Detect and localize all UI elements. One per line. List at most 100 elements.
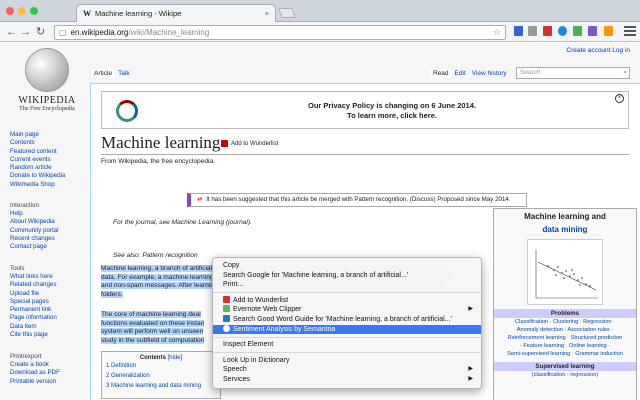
extension-icon[interactable] [558,26,567,36]
sidebar-link[interactable]: Help [10,210,90,218]
infobox: Machine learning and data mining Problem… [493,208,637,400]
back-arrow-icon[interactable]: ← [6,25,17,39]
infobox-list-line[interactable]: Reinforcement learning · Structured pred… [494,334,636,342]
context-menu-item[interactable]: Search Google for 'Machine learning, a b… [213,271,481,281]
wiki-search-input[interactable]: Search ⌕ [516,67,630,79]
sidebar-link[interactable]: Create a book [10,361,90,369]
bookmark-star-icon[interactable]: ☆ [493,27,501,38]
sidebar-heading: Print/export [10,353,42,360]
tab-view-history[interactable]: View history [469,69,510,78]
extension-icon[interactable] [588,26,597,36]
sidebar-link[interactable]: Page information [10,314,90,322]
menu-separator [213,352,481,354]
sidebar-link[interactable]: Permanent link [10,306,90,314]
infobox-list-line[interactable]: · Feature learning · Online learning · [494,342,636,350]
sidebar-link[interactable]: Contact page [10,243,90,251]
sidebar-interaction: Interaction Help About Wikipedia Community… [10,201,90,251]
wunderlist-button[interactable]: Add to Wunderlist [221,140,278,147]
sidebar-link[interactable]: Recent changes [10,235,90,243]
context-menu-item[interactable]: Speech ▶ [213,365,481,375]
extension-icon[interactable] [528,26,537,36]
menu-item-icon [223,314,230,322]
from-wikipedia: From Wikipedia, the free encyclopedia. [101,158,215,165]
sidebar-link[interactable]: Printable version [10,378,90,386]
extension-icon[interactable] [514,26,523,36]
browser-tab[interactable]: W Machine learning - Wikipe × [76,4,276,22]
context-menu-item[interactable]: Services ▶ [213,375,481,385]
sidebar-link[interactable]: Special pages [10,298,90,306]
paragraph-line: study in the subfield of computation [101,336,221,346]
sidebar-link[interactable]: Related changes [10,281,90,289]
context-menu-item-label: Copy [223,262,240,269]
menu-separator [213,336,481,338]
sidebar-link[interactable]: Contents [10,139,90,147]
toc-heading: Contents [139,355,166,361]
zoom-window-button[interactable] [30,7,38,15]
title-divider [101,154,629,155]
tab-close-icon[interactable]: × [265,9,269,18]
new-tab-button[interactable] [278,8,296,18]
sidebar-link[interactable]: Upload file [10,290,90,298]
sidebar-link[interactable]: Featured content [10,148,90,156]
context-menu-item[interactable]: Copy [213,261,481,271]
context-menu: Copy Search Google for 'Machine learning,… [212,257,482,389]
sidebar-link[interactable]: Cite this page [10,331,90,339]
browser-menu-icon[interactable] [624,25,636,37]
context-menu-item[interactable]: Evernote Web Clipper ▶ [213,305,481,315]
paragraph-line: functions evaluated on these instan [101,319,221,329]
infobox-list-line[interactable]: Classification · Clustering · Regression… [494,318,636,326]
extension-icon[interactable] [604,26,613,36]
toc-hide-link[interactable]: [hide] [167,355,182,361]
infobox-scatter-image[interactable] [527,239,603,305]
notice-line-2[interactable]: To learn more, click here. [222,111,562,121]
sidebar-link[interactable]: Current events [10,156,90,164]
tab-talk[interactable]: Talk [115,69,133,78]
privacy-notice-banner: Our Privacy Policy is changing on 6 June… [101,91,629,129]
tab-edit[interactable]: Edit [452,69,469,78]
wunderlist-label: Add to Wunderlist [231,140,279,147]
sidebar-heading: Tools [10,265,25,272]
infobox-list-line[interactable]: Semi-supervised learning · Grammar induc… [494,350,636,358]
close-window-button[interactable] [6,7,14,15]
infobox-title-link[interactable]: data mining [494,225,636,235]
infobox-list-line[interactable]: Anomaly detection · Association rules · [494,326,636,334]
toc-item[interactable]: 2 Generalization [102,372,220,381]
sidebar-link[interactable]: Wikimedia Shop [10,181,90,189]
sidebar-link[interactable]: Main page [10,131,90,139]
sidebar-link[interactable]: Random article [10,164,90,172]
sidebar-link[interactable]: Download as PDF [10,369,90,377]
namespace-tabs: Article Talk [91,69,133,78]
logo-tagline: The Free Encyclopedia [19,106,75,112]
sidebar-link[interactable]: Donate to Wikipedia [10,172,90,180]
context-menu-item-label: Look Up in Dictionary [223,356,290,364]
context-menu-item[interactable]: Add to Wunderlist [213,295,481,306]
context-menu-item[interactable]: Print... [213,280,481,290]
toc-item[interactable]: 1 Definition [102,362,220,371]
tab-article[interactable]: Article [91,69,116,78]
context-menu-item[interactable]: Inspect Element [213,340,481,350]
extension-icon[interactable] [573,26,582,36]
address-bar[interactable]: ▢ en.wikipedia.org /wiki/Machine_learnin… [54,25,506,40]
reload-icon[interactable]: ↻ [36,25,45,39]
context-menu-item-label: Sentiment Analysis by Semantria [233,325,336,333]
sidebar-link[interactable]: Data item [10,323,90,331]
table-of-contents: Contents [hide] 1 Definition 2 Generaliza… [101,351,221,399]
extension-icon[interactable] [543,26,552,36]
minimize-window-button[interactable] [18,7,26,15]
wikipedia-logo[interactable]: WIKIPEDIA The Free Encyclopedia [12,48,82,124]
forward-arrow-icon[interactable]: → [20,25,31,39]
sidebar-link[interactable]: About Wikipedia [10,218,90,226]
dismiss-notice-icon[interactable]: × [615,94,624,103]
sidebar-heading: Interaction [10,202,39,209]
search-icon[interactable]: ⌕ [623,68,627,78]
sidebar-link[interactable]: Community portal [10,227,90,235]
context-menu-item[interactable]: Sentiment Analysis by Semantria [213,324,481,335]
hatnote-journal: For the journal, see Machine Learning (j… [113,219,252,226]
toc-item[interactable]: 3 Machine learning and data mining [102,382,220,391]
paragraph-line: The core of machine learning deal [101,311,221,320]
tab-read[interactable]: Read [430,69,452,78]
context-menu-item[interactable]: Search Good Word Guide for 'Machine lear… [213,314,481,325]
context-menu-item[interactable]: Look Up in Dictionary [213,356,481,366]
sidebar-link[interactable]: What links here [10,273,90,281]
user-links[interactable]: Create account Log in [566,47,630,54]
